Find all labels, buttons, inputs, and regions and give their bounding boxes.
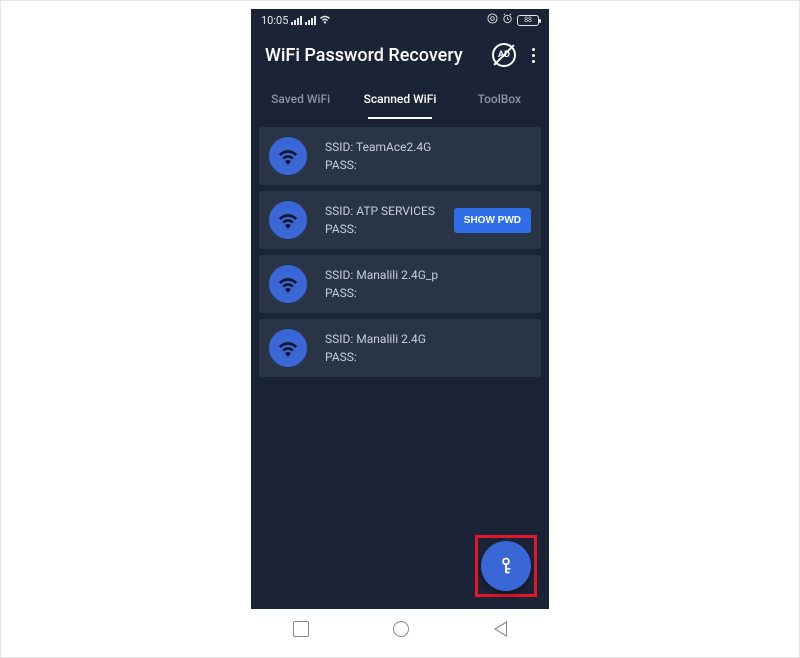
ssid-value: Manalili 2.4G_p bbox=[356, 268, 438, 282]
status-right: 88 bbox=[487, 13, 539, 27]
system-nav-bar bbox=[251, 609, 549, 649]
pass-label: PASS: bbox=[325, 286, 357, 300]
signal-icon-1 bbox=[291, 16, 302, 25]
ssid-label: SSID: bbox=[325, 204, 356, 218]
ssid-label: SSID: bbox=[325, 268, 356, 282]
phone-frame: 10:05 88 WiFi Password Recovery AD Saved… bbox=[251, 9, 549, 649]
ssid-value: Manalili 2.4G bbox=[356, 332, 426, 346]
pass-label: PASS: bbox=[325, 158, 357, 172]
tab-label: Scanned WiFi bbox=[364, 92, 437, 106]
key-fab-button[interactable] bbox=[481, 541, 531, 591]
key-icon bbox=[495, 555, 517, 577]
ssid-value: TeamAce2.4G bbox=[356, 140, 431, 154]
status-left: 10:05 bbox=[261, 14, 331, 27]
app-header: WiFi Password Recovery AD bbox=[251, 31, 549, 79]
wifi-circle-icon bbox=[269, 137, 307, 175]
network-info: SSID: ATP SERVICES PASS: bbox=[325, 202, 454, 238]
ssid-label: SSID: bbox=[325, 140, 356, 154]
ssid-value: ATP SERVICES bbox=[356, 204, 435, 218]
wifi-icon bbox=[277, 275, 299, 293]
nav-home-button[interactable] bbox=[393, 621, 409, 637]
tab-label: ToolBox bbox=[478, 92, 521, 106]
network-card[interactable]: SSID: Manalili 2.4G_p PASS: bbox=[259, 255, 541, 313]
tab-saved-wifi[interactable]: Saved WiFi bbox=[251, 79, 350, 119]
header-title: WiFi Password Recovery bbox=[265, 45, 492, 66]
fab-highlight bbox=[475, 535, 537, 597]
wifi-icon bbox=[277, 339, 299, 357]
alarm-icon bbox=[502, 13, 513, 27]
wifi-circle-icon bbox=[269, 201, 307, 239]
network-info: SSID: TeamAce2.4G PASS: bbox=[325, 138, 531, 174]
wifi-circle-icon bbox=[269, 265, 307, 303]
status-bar: 10:05 88 bbox=[251, 9, 549, 31]
overflow-menu-icon[interactable] bbox=[530, 44, 537, 67]
ad-label: AD bbox=[498, 50, 510, 60]
wifi-icon bbox=[277, 211, 299, 229]
tab-toolbox[interactable]: ToolBox bbox=[450, 79, 549, 119]
wifi-circle-icon bbox=[269, 329, 307, 367]
nav-back-button[interactable] bbox=[494, 621, 507, 637]
wifi-status-icon bbox=[319, 14, 331, 27]
dnd-icon bbox=[487, 13, 498, 27]
tab-scanned-wifi[interactable]: Scanned WiFi bbox=[350, 79, 449, 119]
signal-icon-2 bbox=[305, 16, 316, 25]
tab-label: Saved WiFi bbox=[271, 92, 330, 106]
battery-level: 88 bbox=[524, 16, 532, 24]
status-time: 10:05 bbox=[261, 14, 288, 27]
pass-label: PASS: bbox=[325, 350, 357, 364]
wifi-icon bbox=[277, 147, 299, 165]
network-card[interactable]: SSID: ATP SERVICES PASS: SHOW PWD bbox=[259, 191, 541, 249]
network-info: SSID: Manalili 2.4G_p PASS: bbox=[325, 266, 531, 302]
nav-recent-button[interactable] bbox=[293, 621, 309, 637]
ssid-label: SSID: bbox=[325, 332, 356, 346]
battery-icon: 88 bbox=[517, 15, 539, 26]
no-ads-icon[interactable]: AD bbox=[492, 43, 516, 67]
network-card[interactable]: SSID: TeamAce2.4G PASS: bbox=[259, 127, 541, 185]
pass-label: PASS: bbox=[325, 222, 357, 236]
tab-bar: Saved WiFi Scanned WiFi ToolBox bbox=[251, 79, 549, 119]
show-password-button[interactable]: SHOW PWD bbox=[454, 208, 531, 233]
network-info: SSID: Manalili 2.4G PASS: bbox=[325, 330, 531, 366]
network-card[interactable]: SSID: Manalili 2.4G PASS: bbox=[259, 319, 541, 377]
